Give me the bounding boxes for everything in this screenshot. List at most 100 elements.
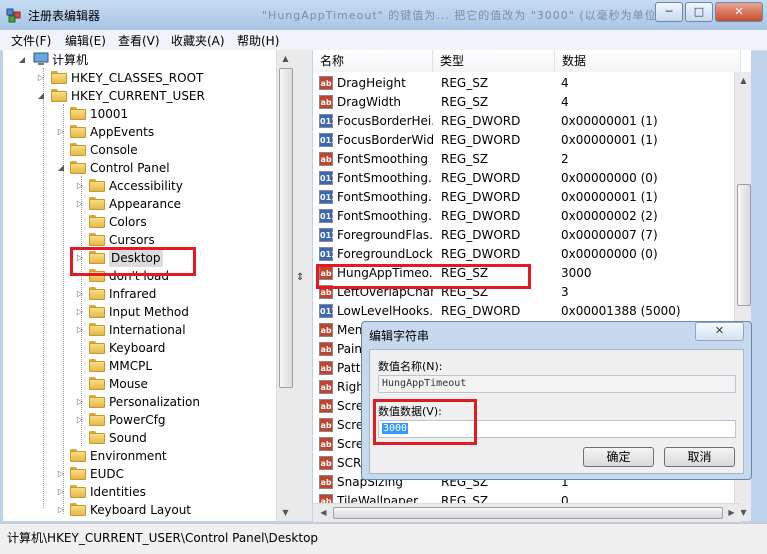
tree-item-label: Input Method bbox=[109, 305, 189, 319]
value-name: FocusBorderHei... bbox=[337, 114, 433, 128]
column-header-type[interactable]: 类型 bbox=[433, 50, 555, 72]
cancel-button[interactable]: 取消 bbox=[664, 447, 735, 467]
desktop-highlight-box bbox=[70, 247, 196, 276]
expand-arrow-icon[interactable]: ▷ bbox=[75, 393, 85, 411]
tree-item-label: HKEY_CURRENT_USER bbox=[71, 89, 205, 103]
value-row[interactable]: 011 LowLevelHooks... REG_DWORD 0x00001388 (… bbox=[313, 302, 751, 321]
pane-splitter[interactable]: ⇕ bbox=[293, 50, 312, 521]
value-type: REG_SZ bbox=[441, 95, 489, 109]
folder-icon bbox=[89, 215, 105, 228]
string-value-icon: ab bbox=[319, 380, 333, 394]
scroll-right-icon[interactable]: ▶ bbox=[723, 504, 740, 521]
value-row[interactable]: 011 ForegroundFlas... REG_DWORD 0x00000007 … bbox=[313, 226, 751, 245]
binary-value-icon: 011 bbox=[319, 304, 337, 318]
tree-item-label: Appearance bbox=[109, 197, 182, 211]
expand-arrow-icon[interactable]: ▷ bbox=[36, 69, 46, 87]
string-value-icon: ab bbox=[319, 152, 333, 166]
menu-favorites[interactable]: 收藏夹(A) bbox=[171, 32, 225, 49]
hungapptimeout-highlight-box bbox=[316, 264, 531, 289]
collapse-arrow-icon[interactable]: ◢ bbox=[36, 87, 46, 105]
folder-icon bbox=[70, 125, 86, 138]
value-name: FontSmoothing... bbox=[337, 171, 433, 185]
menu-help[interactable]: 帮助(H) bbox=[237, 32, 279, 49]
tree-item-label: Sound bbox=[109, 431, 147, 445]
collapse-arrow-icon[interactable]: ◢ bbox=[56, 159, 66, 177]
menu-file[interactable]: 文件(F) bbox=[11, 32, 51, 49]
value-type: REG_DWORD bbox=[441, 133, 521, 147]
scroll-left-icon[interactable]: ◀ bbox=[315, 504, 332, 521]
tree-vertical-scrollbar[interactable]: ▲ ▼ bbox=[276, 50, 293, 521]
menu-bar: 文件(F) 编辑(E) 查看(V) 收藏夹(A) 帮助(H) bbox=[0, 30, 767, 51]
close-button[interactable]: ✕ bbox=[715, 2, 763, 22]
scroll-thumb[interactable] bbox=[279, 68, 293, 388]
value-data: 4 bbox=[561, 95, 569, 109]
value-type: REG_SZ bbox=[441, 152, 489, 166]
scroll-thumb[interactable] bbox=[737, 184, 751, 306]
value-row[interactable]: 011 FontSmoothing... REG_DWORD 0x00000002 (… bbox=[313, 207, 751, 226]
value-data: 0x00001388 (5000) bbox=[561, 304, 681, 318]
scroll-up-icon[interactable]: ▲ bbox=[277, 50, 293, 67]
folder-icon bbox=[89, 395, 105, 408]
value-name: FontSmoothing bbox=[337, 152, 428, 166]
ok-button[interactable]: 确定 bbox=[583, 447, 654, 467]
value-row[interactable]: 011FocusBorderWid... REG_DWORD 0x00000001 … bbox=[313, 131, 751, 150]
tree-item-label: Colors bbox=[109, 215, 147, 229]
value-data: 0x00000002 (2) bbox=[561, 209, 658, 223]
maximize-button[interactable]: □ bbox=[685, 2, 713, 22]
value-row[interactable]: 011 FontSmoothing... REG_DWORD 0x00000000 (… bbox=[313, 169, 751, 188]
registry-tree[interactable]: ◢ 计算机 ▷ HKEY_CLASSES_ROOT ◢ HKEY_CURRENT… bbox=[3, 50, 293, 521]
folder-icon bbox=[89, 431, 105, 444]
binary-value-icon: 011 bbox=[319, 114, 337, 128]
blurred-caption: "HungAppTimeout" 的键值为... 把它的值改为 "3000" (… bbox=[262, 9, 662, 22]
folder-icon bbox=[70, 449, 86, 462]
folder-icon bbox=[70, 107, 86, 120]
expand-arrow-icon[interactable]: ▷ bbox=[75, 285, 85, 303]
string-value-icon: ab bbox=[319, 475, 333, 489]
string-value-icon: ab bbox=[319, 399, 333, 413]
expand-arrow-icon[interactable]: ▷ bbox=[75, 303, 85, 321]
expand-arrow-icon[interactable]: ▷ bbox=[75, 195, 85, 213]
registry-editor-icon bbox=[6, 8, 21, 23]
minimize-button[interactable]: ─ bbox=[655, 2, 683, 22]
string-value-icon: ab bbox=[319, 76, 333, 90]
window-title: 注册表编辑器 bbox=[28, 9, 101, 23]
scroll-up-icon[interactable]: ▲ bbox=[735, 72, 751, 89]
string-value-icon: ab bbox=[319, 95, 333, 109]
value-row[interactable]: 011 FontSmoothing... REG_DWORD 0x00000001 (… bbox=[313, 188, 751, 207]
value-data: 0x00000007 (7) bbox=[561, 228, 658, 242]
tree-item-label: Personalization bbox=[109, 395, 200, 409]
column-header-name[interactable]: 名称 bbox=[313, 50, 433, 72]
value-row[interactable]: 011ForegroundLock... REG_DWORD 0x00000000 … bbox=[313, 245, 751, 264]
value-data: 0x00000000 (0) bbox=[561, 171, 658, 185]
expand-arrow-icon[interactable]: ▷ bbox=[75, 177, 85, 195]
tree-item-label: Identities bbox=[90, 485, 146, 499]
expand-arrow-icon[interactable]: ▷ bbox=[56, 465, 66, 483]
scroll-down-icon[interactable]: ▼ bbox=[277, 504, 293, 521]
folder-icon bbox=[89, 197, 105, 210]
tree-item-label: 计算机 bbox=[52, 53, 89, 67]
title-bar: 注册表编辑器 "HungAppTimeout" 的键值为... 把它的值改为 "… bbox=[0, 0, 767, 30]
collapse-arrow-icon[interactable]: ◢ bbox=[17, 51, 27, 69]
menu-edit[interactable]: 编辑(E) bbox=[65, 32, 106, 49]
value-row[interactable]: ab DragHeight REG_SZ 4 bbox=[313, 74, 751, 93]
value-row[interactable]: ab FontSmoothing REG_SZ 2 bbox=[313, 150, 751, 169]
value-data: 0x00000001 (1) bbox=[561, 114, 658, 128]
dialog-close-button[interactable]: ✕ bbox=[695, 322, 744, 341]
value-data: 0x00000001 (1) bbox=[561, 133, 658, 147]
value-type: REG_DWORD bbox=[441, 247, 521, 261]
value-row[interactable]: 011 FocusBorderHei... REG_DWORD 0x00000001 … bbox=[313, 112, 751, 131]
expand-arrow-icon[interactable]: ▷ bbox=[56, 123, 66, 141]
tree-item-label: Mouse bbox=[109, 377, 148, 391]
folder-icon bbox=[89, 233, 105, 246]
expand-arrow-icon[interactable]: ▷ bbox=[75, 321, 85, 339]
value-type: REG_DWORD bbox=[441, 171, 521, 185]
value-row[interactable]: ab DragWidth REG_SZ 4 bbox=[313, 93, 751, 112]
expand-arrow-icon[interactable]: ▷ bbox=[75, 411, 85, 429]
menu-view[interactable]: 查看(V) bbox=[118, 32, 160, 49]
values-horizontal-scrollbar[interactable]: ◀ ▶ bbox=[313, 503, 741, 522]
column-header-data[interactable]: 数据 bbox=[555, 50, 741, 72]
scroll-thumb[interactable] bbox=[333, 507, 723, 519]
expand-arrow-icon[interactable]: ▷ bbox=[56, 501, 66, 519]
value-type: REG_DWORD bbox=[441, 190, 521, 204]
expand-arrow-icon[interactable]: ▷ bbox=[56, 483, 66, 501]
